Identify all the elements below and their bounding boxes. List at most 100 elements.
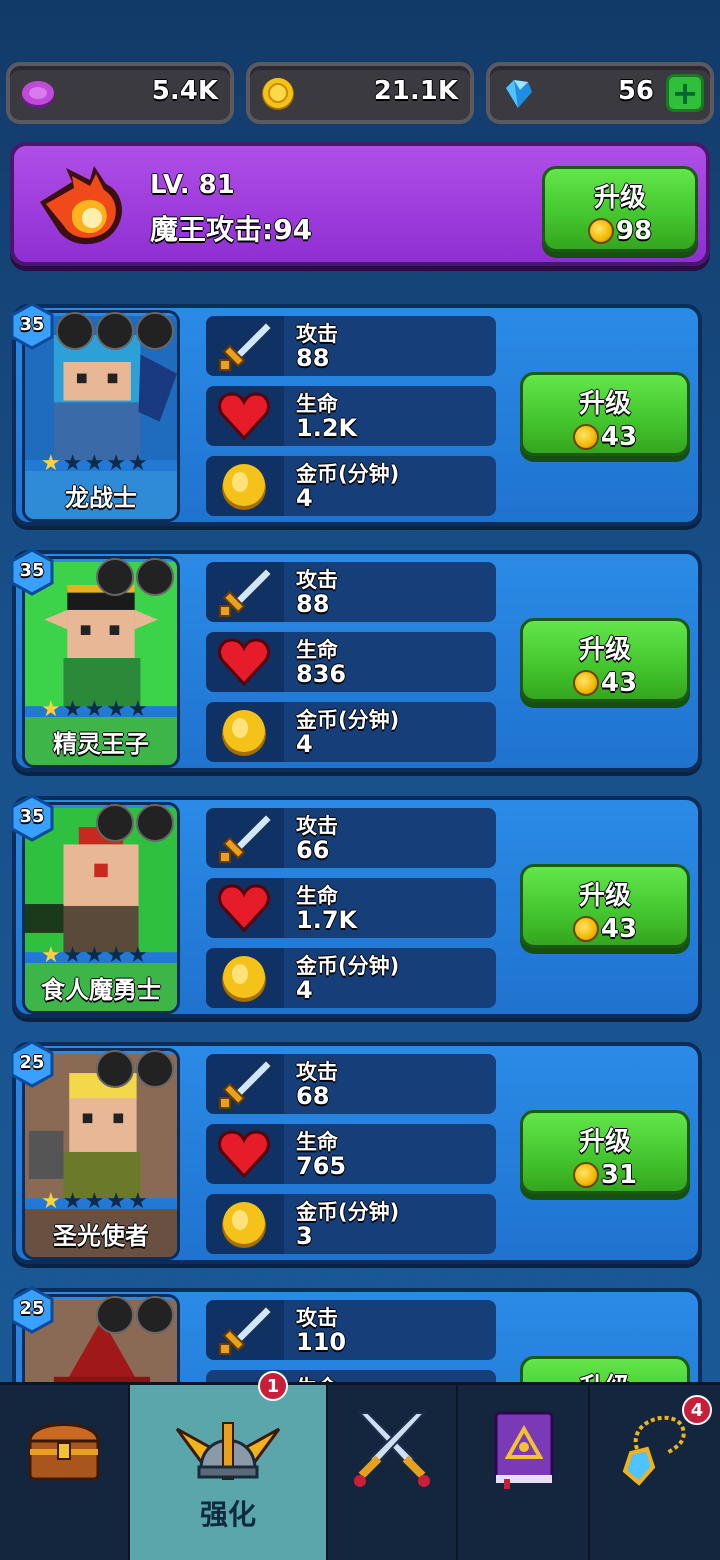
purple-gem-icon bbox=[22, 81, 54, 108]
hero-upgrade-button[interactable]: 升级 bbox=[520, 1356, 690, 1382]
stat-gold: 金币(分钟) 3 bbox=[206, 1194, 496, 1254]
hero-level: 25 bbox=[19, 1052, 45, 1073]
upgrade-cost-value: 43 bbox=[600, 914, 638, 944]
hero-level: 25 bbox=[19, 1298, 45, 1319]
fireball-icon bbox=[40, 166, 123, 245]
hero-card-holy-light-envoy: ★ ★ ★ ★ ★ 圣光使者 25 攻击 68 生命 765 金币(分钟) 3 … bbox=[12, 1040, 702, 1264]
hero-level: 35 bbox=[19, 560, 45, 581]
currency-bar: 5.4K 21.1K 56 + bbox=[6, 62, 714, 124]
stat-life: 生命 bbox=[206, 1370, 496, 1382]
coin-icon bbox=[572, 916, 599, 942]
gold-coin-icon bbox=[262, 78, 294, 110]
nav-book[interactable] bbox=[458, 1385, 590, 1560]
stat-attack: 攻击 68 bbox=[206, 1054, 496, 1114]
mace-trait-icon bbox=[136, 1296, 174, 1334]
sword-trait-icon bbox=[136, 804, 174, 842]
upgrade-cost-value: 43 bbox=[600, 422, 638, 452]
upgrade-label: 升级 bbox=[578, 389, 631, 419]
hero-list[interactable]: ★ ★ ★ ★ ★ 龙战士 35 攻击 88 生命 1.2K 金币(分钟) 4 … bbox=[12, 304, 706, 1382]
hero-upgrade-button[interactable]: 升级 43 bbox=[520, 372, 690, 456]
upgrade-label: 升级 bbox=[578, 881, 631, 911]
elf-trait-icon bbox=[96, 558, 134, 596]
boss-upgrade-button[interactable]: 升级 98 bbox=[542, 166, 698, 252]
gold-coin-icon bbox=[222, 710, 266, 756]
boss-attack: 魔王攻击:94 bbox=[150, 213, 313, 246]
stat-attack: 攻击 66 bbox=[206, 808, 496, 868]
stat-attack: 攻击 88 bbox=[206, 316, 496, 376]
stat-life: 生命 765 bbox=[206, 1124, 496, 1184]
sword-icon bbox=[219, 1304, 272, 1355]
stat-gold: 金币(分钟) 4 bbox=[206, 456, 496, 516]
purple-currency: 5.4K bbox=[6, 62, 234, 124]
stat-attack-value: 110 bbox=[296, 1328, 347, 1356]
nav-upgrade-label: 强化 bbox=[199, 1498, 256, 1531]
hero-level: 35 bbox=[19, 806, 45, 827]
heart-icon bbox=[218, 884, 270, 933]
upgrade-cost: 43 bbox=[523, 914, 687, 944]
hero-upgrade-button[interactable]: 升级 43 bbox=[520, 864, 690, 948]
hero-name: 精灵王子 bbox=[25, 717, 177, 765]
stat-life-value: 1.2K bbox=[296, 414, 358, 442]
sword-icon bbox=[219, 812, 272, 863]
level-badge: 35 bbox=[12, 794, 56, 842]
sword-trait-icon bbox=[96, 312, 134, 350]
stat-life-value: 836 bbox=[296, 660, 347, 688]
stat-gold: 金币(分钟) 4 bbox=[206, 948, 496, 1008]
hero-name: 食人魔勇士 bbox=[25, 963, 177, 1011]
stat-life: 生命 836 bbox=[206, 632, 496, 692]
add-diamonds-button[interactable]: + bbox=[666, 74, 704, 112]
helmet-trait-icon bbox=[96, 1296, 134, 1334]
stat-life: 生命 1.2K bbox=[206, 386, 496, 446]
upgrade-cost: 43 bbox=[523, 668, 687, 698]
crossed-swords-icon bbox=[354, 1412, 430, 1487]
upgrade-label: 升级 bbox=[523, 1367, 687, 1382]
treasure-chest-icon bbox=[28, 1423, 100, 1481]
notification-badge: 1 bbox=[258, 1371, 288, 1401]
winged-helmet-icon bbox=[175, 1422, 281, 1480]
nav-chest[interactable] bbox=[0, 1385, 130, 1560]
stat-attack-value: 88 bbox=[296, 590, 330, 618]
sword-icon bbox=[219, 320, 272, 371]
nav-battle[interactable] bbox=[328, 1385, 458, 1560]
stat-attack-value: 88 bbox=[296, 344, 330, 372]
diamond-icon bbox=[506, 80, 532, 108]
stat-life: 生命 1.7K bbox=[206, 878, 496, 938]
nav-amulet[interactable]: 4 bbox=[590, 1385, 720, 1560]
boss-upgrade-cost: 98 bbox=[545, 216, 695, 246]
stat-gold: 金币(分钟) 4 bbox=[206, 702, 496, 762]
stat-gold-value: 3 bbox=[296, 1222, 313, 1250]
boss-upgrade-cost-value: 98 bbox=[615, 216, 653, 246]
hero-card-elf-prince: ★ ★ ★ ★ ★ 精灵王子 35 攻击 88 生命 836 金币(分钟) 4 … bbox=[12, 548, 702, 772]
hero-name: 圣光使者 bbox=[25, 1209, 177, 1257]
gold-coin-icon bbox=[222, 956, 266, 1002]
boss-level: LV. 81 bbox=[150, 170, 235, 200]
spell-book-icon bbox=[494, 1411, 554, 1489]
heart-icon bbox=[218, 638, 270, 687]
hero-upgrade-button[interactable]: 升级 31 bbox=[520, 1110, 690, 1194]
hero-card-partial: 25 攻击 110 生命 升级 bbox=[12, 1286, 702, 1382]
level-badge: 25 bbox=[12, 1040, 56, 1088]
heart-icon bbox=[218, 392, 270, 441]
helmet-trait-icon bbox=[56, 312, 94, 350]
upgrade-label: 升级 bbox=[578, 1127, 631, 1157]
coin-icon bbox=[572, 1162, 599, 1188]
boss-upgrade-label: 升级 bbox=[593, 183, 646, 213]
stat-attack-value: 68 bbox=[296, 1082, 330, 1110]
dagger-trait-icon bbox=[136, 558, 174, 596]
coin-icon bbox=[572, 424, 599, 450]
upgrade-cost: 43 bbox=[523, 422, 687, 452]
hero-name: 龙战士 bbox=[25, 471, 177, 519]
diamond-currency: 56 + bbox=[486, 62, 714, 124]
stat-gold-value: 4 bbox=[296, 484, 313, 512]
stat-life-value: 765 bbox=[296, 1152, 347, 1180]
helmet-trait-icon bbox=[96, 1050, 134, 1088]
upgrade-label: 升级 bbox=[578, 635, 631, 665]
sword-icon bbox=[219, 566, 272, 617]
coin-icon bbox=[572, 670, 599, 696]
nav-upgrade[interactable]: 强化 1 bbox=[130, 1371, 328, 1560]
dragon-trait-icon bbox=[136, 312, 174, 350]
purple-currency-value: 5.4K bbox=[151, 76, 218, 106]
hero-upgrade-button[interactable]: 升级 43 bbox=[520, 618, 690, 702]
gold-currency: 21.1K bbox=[246, 62, 474, 124]
stat-life-label: 生命 bbox=[296, 1372, 338, 1382]
